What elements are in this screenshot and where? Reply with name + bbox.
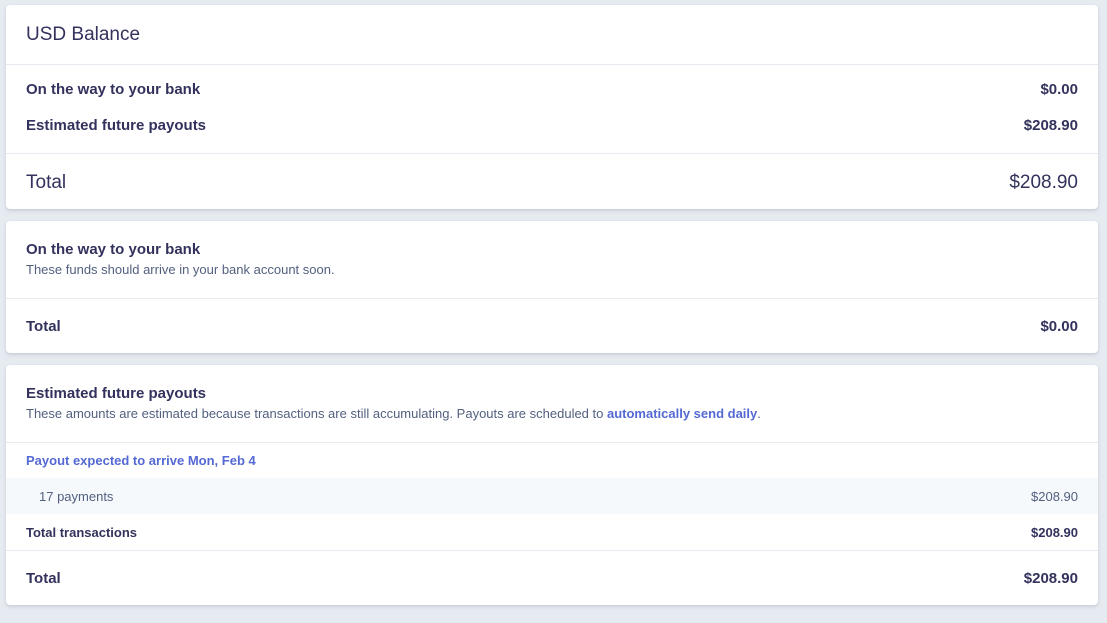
estimated-description: These amounts are estimated because tran… xyxy=(26,406,1078,421)
balance-estimated-row: Estimated future payouts $208.90 xyxy=(6,107,1098,143)
estimated-total-row: Total $208.90 xyxy=(6,550,1098,605)
estimated-total-label: Total xyxy=(26,569,61,587)
payments-value: $208.90 xyxy=(1031,488,1078,504)
estimated-total-value: $208.90 xyxy=(1023,569,1078,587)
balance-total-label: Total xyxy=(26,171,67,193)
on-the-way-title: On the way to your bank xyxy=(26,241,201,258)
estimated-label: Estimated future payouts xyxy=(26,116,207,134)
on-the-way-description: These funds should arrive in your bank a… xyxy=(26,262,335,277)
estimated-title: Estimated future payouts xyxy=(26,385,207,402)
total-transactions-value: $208.90 xyxy=(1031,524,1078,540)
estimated-header: Estimated future payouts These amounts a… xyxy=(6,365,1098,442)
payments-row: 17 payments $208.90 xyxy=(6,478,1098,514)
total-transactions-row: Total transactions $208.90 xyxy=(6,514,1098,550)
balance-title: USD Balance xyxy=(26,23,141,45)
on-the-way-total-value: $0.00 xyxy=(1040,317,1078,335)
on-the-way-card: On the way to your bank These funds shou… xyxy=(6,221,1098,353)
balance-header: USD Balance xyxy=(6,5,1098,65)
estimated-payouts-card: Estimated future payouts These amounts a… xyxy=(6,365,1098,605)
payout-expected-row: Payout expected to arrive Mon, Feb 4 xyxy=(6,442,1098,478)
usd-balance-card: USD Balance On the way to your bank $0.0… xyxy=(6,5,1098,209)
total-transactions-label: Total transactions xyxy=(26,524,138,540)
payout-expected-link[interactable]: Payout expected to arrive Mon, Feb 4 xyxy=(26,453,256,468)
payments-label: 17 payments xyxy=(39,488,114,504)
automatically-send-daily-link[interactable]: automatically send daily xyxy=(607,406,757,421)
estimated-description-text: These amounts are estimated because tran… xyxy=(26,406,607,421)
on-the-way-label: On the way to your bank xyxy=(26,80,201,98)
on-the-way-value: $0.00 xyxy=(1040,80,1078,98)
estimated-description-suffix: . xyxy=(757,406,761,421)
on-the-way-total-label: Total xyxy=(26,317,61,335)
balance-total-value: $208.90 xyxy=(1009,171,1078,193)
balance-total-row: Total $208.90 xyxy=(6,153,1098,211)
on-the-way-total-row: Total $0.00 xyxy=(6,298,1098,353)
on-the-way-header: On the way to your bank These funds shou… xyxy=(6,221,1098,298)
estimated-value: $208.90 xyxy=(1023,116,1078,134)
balance-on-the-way-row: On the way to your bank $0.00 xyxy=(6,71,1098,107)
